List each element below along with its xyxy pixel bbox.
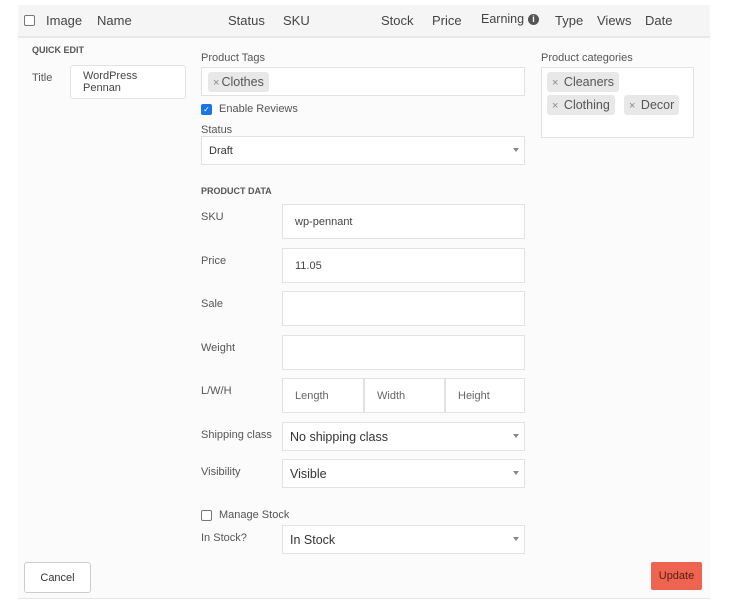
column-status[interactable]: Status [228, 13, 265, 28]
sku-input[interactable]: wp-pennant [282, 204, 525, 239]
divider [18, 598, 710, 599]
shipping-class-label: Shipping class [201, 429, 272, 441]
height-input[interactable]: Height [445, 378, 525, 413]
in-stock-select[interactable]: In Stock [282, 525, 525, 554]
shipping-class-select[interactable]: No shipping class [282, 422, 525, 451]
remove-icon[interactable]: × [552, 100, 558, 112]
column-stock[interactable]: Stock [381, 13, 414, 28]
sku-label: SKU [201, 211, 224, 223]
caret-down-icon [513, 148, 519, 152]
column-type[interactable]: Type [555, 13, 583, 28]
sale-label: Sale [201, 298, 224, 310]
info-icon[interactable]: i [528, 14, 539, 25]
weight-label: Weight [201, 342, 236, 354]
title-input[interactable]: WordPress Pennan [70, 65, 186, 99]
status-label: Status [201, 124, 233, 136]
weight-input[interactable] [282, 335, 525, 370]
product-categories-label: Product categories [541, 52, 633, 64]
enable-reviews-checkbox[interactable]: ✓ [201, 104, 212, 115]
column-name[interactable]: Name [97, 13, 132, 28]
select-all-checkbox[interactable] [24, 15, 35, 26]
visibility-label: Visibility [201, 466, 241, 478]
lwh-label: L/W/H [201, 385, 232, 397]
manage-stock-checkbox[interactable] [201, 510, 212, 521]
tag-chip: × Clothes [208, 71, 269, 92]
in-stock-label: In Stock? [201, 532, 247, 544]
column-earning[interactable]: Earning [481, 12, 524, 26]
price-label: Price [201, 255, 227, 267]
caret-down-icon [513, 471, 519, 475]
title-label: Title [32, 72, 53, 84]
product-data-heading: PRODUCT DATA [201, 186, 272, 196]
caret-down-icon [513, 434, 519, 438]
category-chip: × Cleaners [547, 72, 619, 92]
manage-stock-label: Manage Stock [219, 509, 290, 521]
quick-edit-heading: QUICK EDIT [32, 45, 85, 55]
width-input[interactable]: Width [364, 378, 445, 413]
product-tags-label: Product Tags [201, 52, 266, 64]
column-image[interactable]: Image [46, 13, 82, 28]
update-button[interactable]: Update [651, 562, 702, 590]
status-select[interactable]: Draft [201, 136, 525, 165]
remove-icon[interactable]: × [552, 77, 558, 89]
cancel-button[interactable]: Cancel [24, 562, 91, 593]
remove-icon[interactable]: × [213, 77, 219, 89]
column-date[interactable]: Date [645, 13, 672, 28]
column-price[interactable]: Price [432, 13, 462, 28]
category-chip: × Clothing [547, 95, 615, 115]
category-chip: × Decor [624, 95, 680, 115]
remove-icon[interactable]: × [629, 100, 635, 112]
sale-input[interactable] [282, 291, 525, 326]
length-input[interactable]: Length [282, 378, 364, 413]
table-header: Image Name Status SKU Stock Price Earnin… [18, 5, 710, 38]
enable-reviews-label: Enable Reviews [219, 103, 298, 115]
column-views[interactable]: Views [597, 13, 631, 28]
price-input[interactable]: 11.05 [282, 248, 525, 283]
product-tags-input[interactable]: × Clothes [201, 67, 525, 96]
visibility-select[interactable]: Visible [282, 459, 525, 488]
caret-down-icon [513, 537, 519, 541]
column-sku[interactable]: SKU [283, 13, 310, 28]
